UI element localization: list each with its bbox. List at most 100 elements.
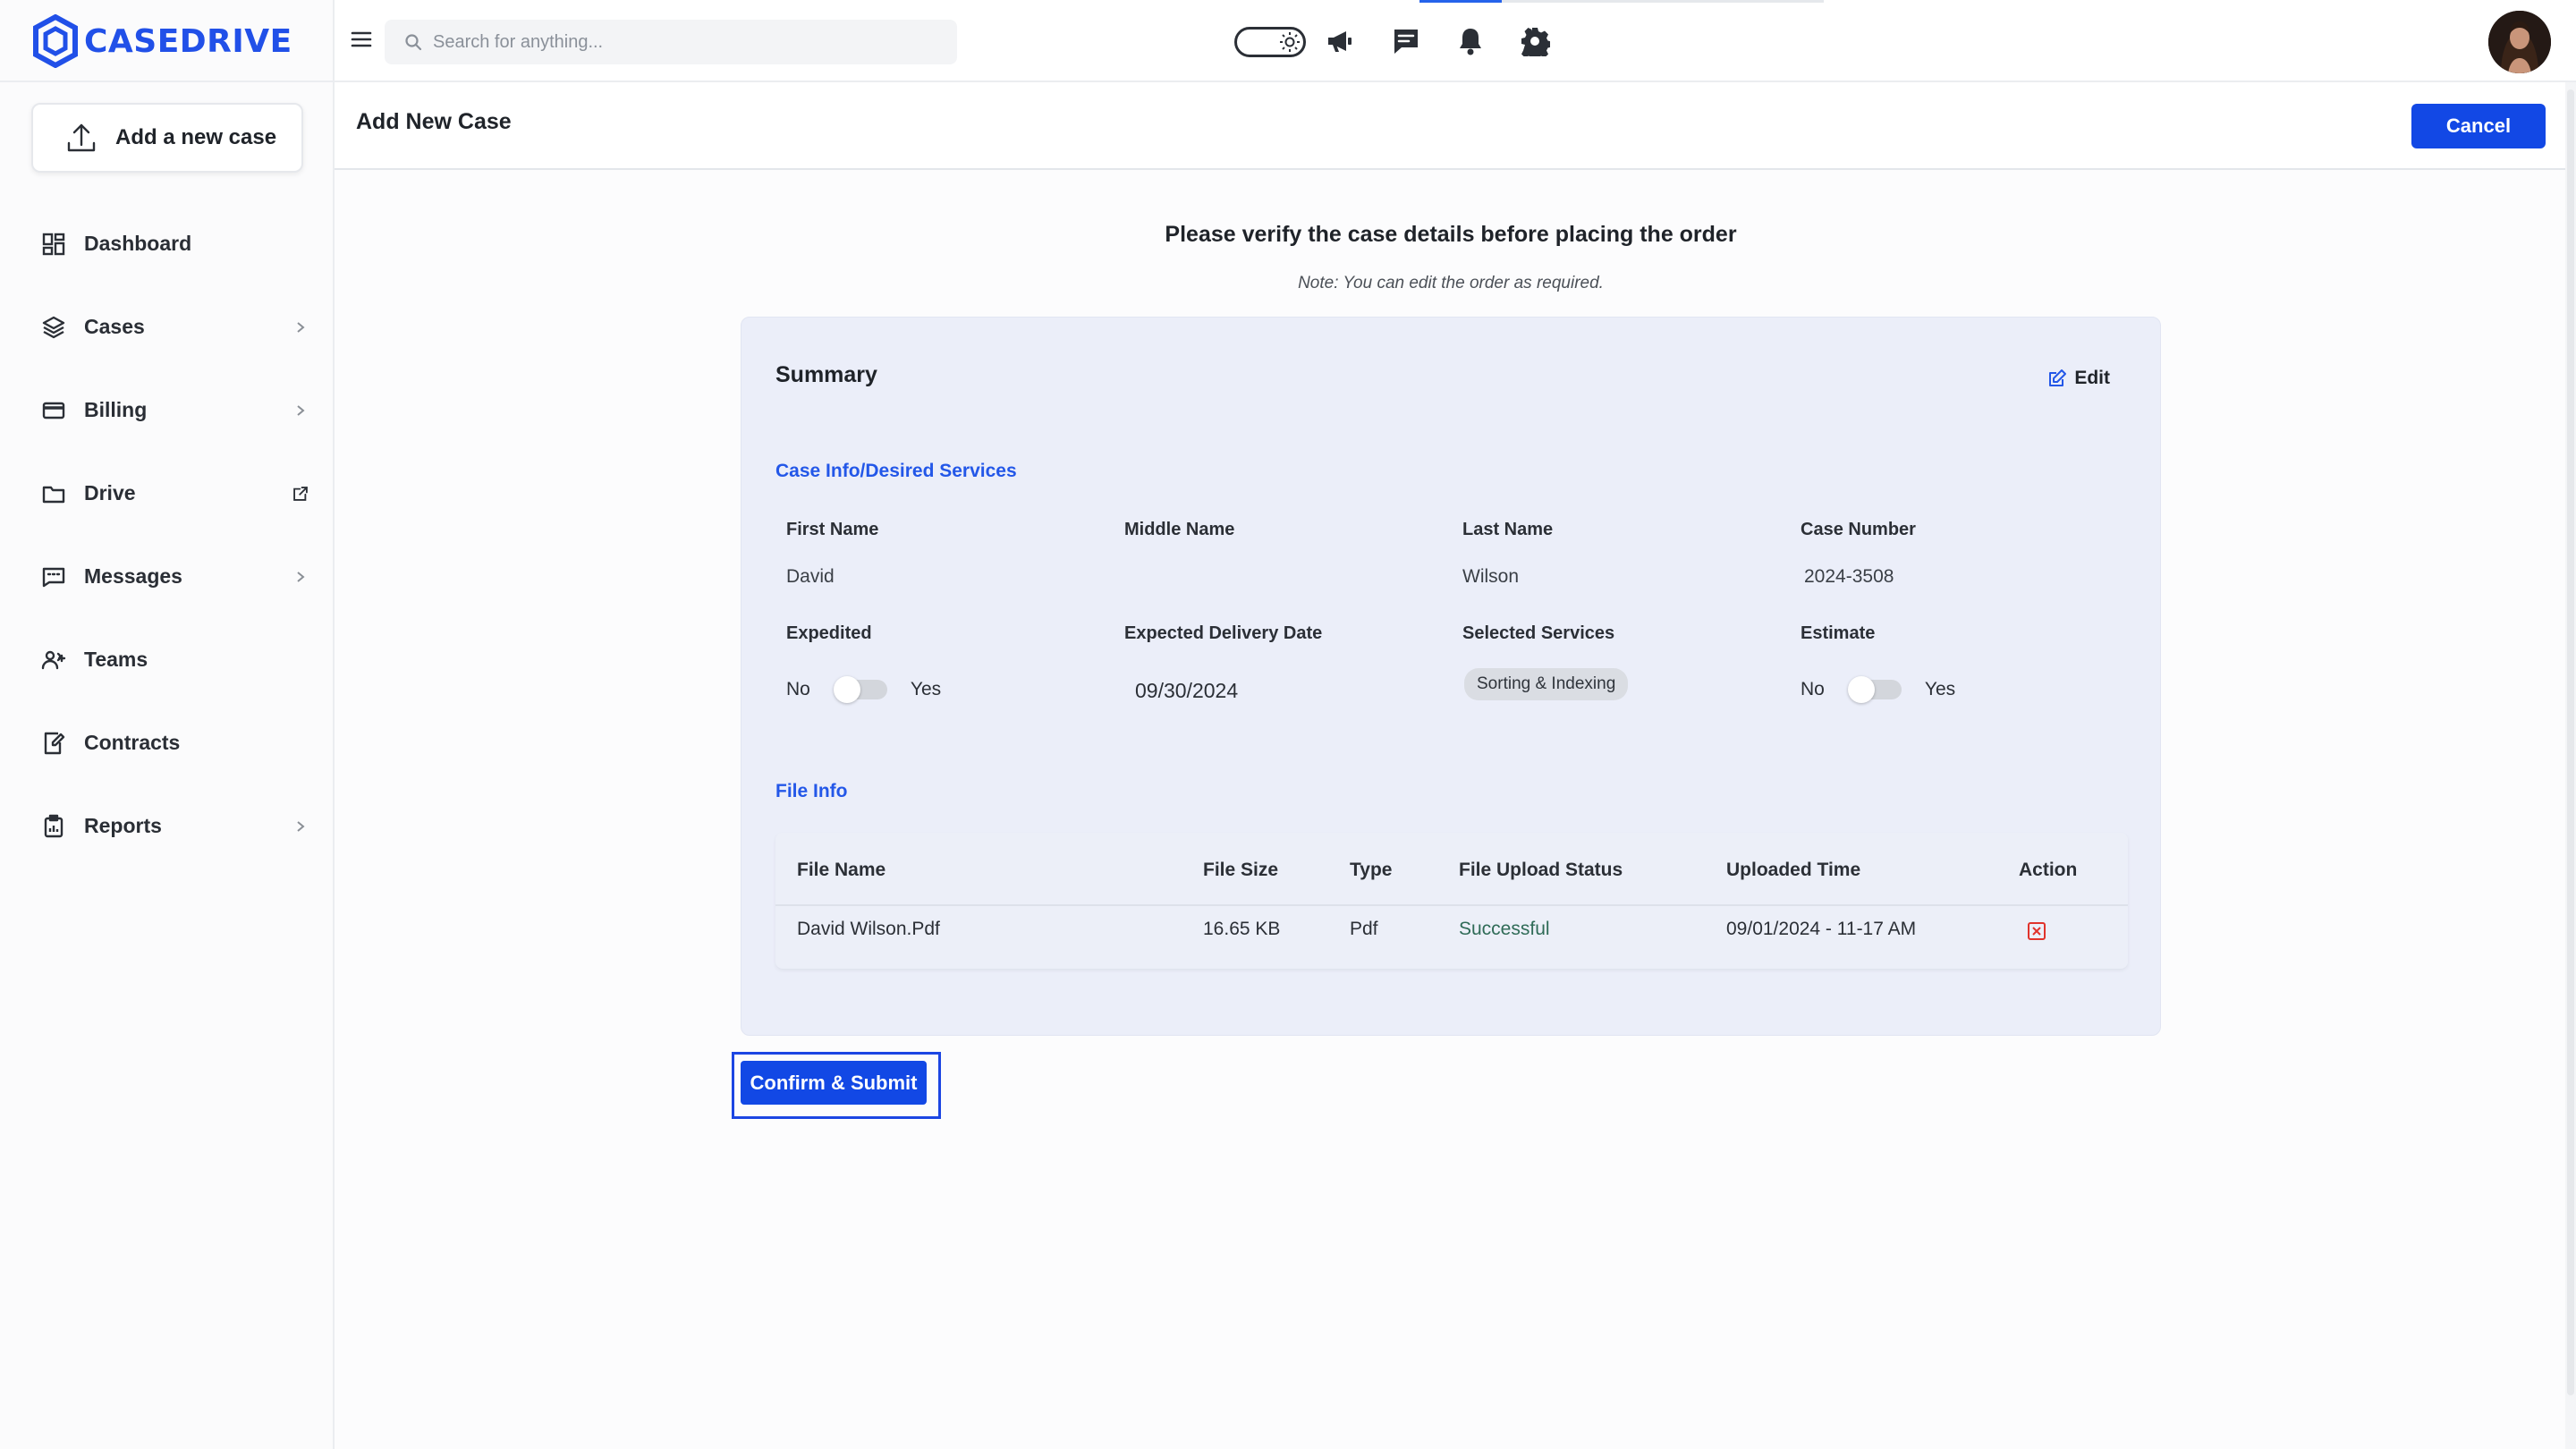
summary-title: Summary: [775, 362, 877, 387]
column-header-action: Action: [2019, 860, 2078, 880]
file-name-cell: David Wilson.Pdf: [797, 919, 940, 939]
last-name-value: Wilson: [1462, 566, 1520, 587]
casedrive-logo-icon: [33, 14, 78, 68]
expedited-switch[interactable]: [833, 676, 887, 703]
chevron-right-icon: [292, 568, 309, 586]
menu-toggle-button[interactable]: [349, 27, 377, 55]
theme-toggle[interactable]: [1234, 27, 1306, 57]
estimate-switch[interactable]: [1847, 676, 1902, 703]
announcements-button[interactable]: [1322, 23, 1358, 59]
chevron-right-icon: [292, 818, 309, 835]
dashboard-grid-icon: [39, 230, 68, 258]
estimate-label: Estimate: [1801, 623, 1876, 643]
sidebar-item-label: Billing: [84, 398, 148, 421]
app-root: CASEDRIVE Add a new case Dashboard Cases: [0, 0, 2576, 1449]
sidebar-item-label: Contracts: [84, 731, 181, 754]
brand-logo[interactable]: CASEDRIVE: [32, 13, 292, 70]
table-divider: [775, 904, 2128, 906]
switch-knob: [833, 676, 860, 703]
column-header-uploaded-time: Uploaded Time: [1726, 860, 1861, 880]
sidebar-item-messages[interactable]: Messages: [0, 535, 335, 618]
sidebar-item-label: Dashboard: [84, 232, 192, 255]
search-icon: [405, 34, 422, 51]
loading-indicator-active: [1419, 0, 1502, 3]
clipboard-icon: [39, 812, 68, 841]
column-header-type: Type: [1350, 860, 1393, 880]
upload-icon: [67, 123, 96, 152]
expedited-toggle-row: No Yes: [786, 676, 942, 703]
case-info-section-link[interactable]: Case Info/Desired Services: [775, 461, 1017, 482]
sidebar-item-teams[interactable]: Teams: [0, 618, 335, 701]
external-link-icon[interactable]: [292, 485, 309, 503]
file-size-cell: 16.65 KB: [1203, 919, 1281, 939]
chevron-right-icon: [292, 318, 309, 336]
selected-services-label: Selected Services: [1462, 623, 1615, 643]
column-header-file-size: File Size: [1203, 860, 1279, 880]
brand-name: CASEDRIVE: [84, 22, 292, 60]
delete-file-button[interactable]: [2026, 920, 2047, 942]
settings-button[interactable]: [1517, 23, 1553, 59]
edit-icon: [2049, 369, 2067, 386]
chat-button[interactable]: [1388, 23, 1424, 59]
sidebar-item-dashboard[interactable]: Dashboard: [0, 202, 335, 285]
contract-edit-icon: [39, 729, 68, 758]
first-name-label: First Name: [786, 520, 879, 539]
last-name-label: Last Name: [1462, 520, 1554, 539]
sidebar-item-label: Teams: [84, 648, 148, 671]
case-number-value: 2024-3508: [1804, 566, 1894, 587]
uploaded-time-cell: 09/01/2024 - 11-17 AM: [1726, 919, 1917, 939]
edit-label: Edit: [2074, 368, 2110, 388]
search-input[interactable]: [433, 31, 934, 53]
expedited-yes-label: Yes: [910, 679, 942, 699]
sun-icon: [1280, 32, 1300, 52]
summary-card: Summary Edit Case Info/Desired Services …: [741, 317, 2161, 1036]
sidebar-item-label: Drive: [84, 481, 136, 504]
top-bar: [335, 0, 2576, 82]
file-table: File Name File Size Type File Upload Sta…: [775, 833, 2128, 969]
edit-button[interactable]: Edit: [2047, 368, 2110, 389]
estimate-yes-label: Yes: [1924, 679, 1956, 699]
chat-icon: [1394, 30, 1418, 54]
cancel-button[interactable]: Cancel: [2411, 104, 2546, 148]
sidebar-item-label: Messages: [84, 564, 182, 588]
sidebar-item-label: Reports: [84, 814, 162, 837]
estimate-toggle-row: No Yes: [1801, 676, 1956, 703]
edit-note: Note: You can edit the order as required…: [1298, 274, 1604, 292]
credit-card-icon: [39, 396, 68, 425]
page-header: Add New Case Cancel: [335, 82, 2576, 170]
add-new-case-button[interactable]: Add a new case: [31, 103, 303, 173]
service-chip: Sorting & Indexing: [1464, 668, 1629, 700]
column-header-upload-status: File Upload Status: [1459, 860, 1623, 880]
scrollbar-thumb[interactable]: [2567, 89, 2574, 1395]
menu-icon: [351, 31, 372, 47]
add-new-case-label: Add a new case: [115, 125, 277, 149]
confirm-focus-ring: Confirm & Submit: [732, 1052, 941, 1119]
layers-icon: [39, 313, 68, 342]
sidebar-item-reports[interactable]: Reports: [0, 784, 335, 868]
sidebar-item-drive[interactable]: Drive: [0, 452, 335, 535]
file-info-section-link[interactable]: File Info: [775, 781, 848, 802]
sidebar-item-billing[interactable]: Billing: [0, 369, 335, 452]
confirm-submit-button[interactable]: Confirm & Submit: [741, 1061, 927, 1105]
expedited-label: Expedited: [786, 623, 872, 643]
delete-x-icon: [2028, 922, 2046, 940]
sidebar-divider: [0, 80, 335, 82]
verify-headline: Please verify the case details before pl…: [1165, 222, 1737, 247]
user-avatar[interactable]: [2488, 11, 2551, 73]
sidebar-nav: Dashboard Cases Billing Drive Messages T…: [0, 202, 335, 868]
bell-icon: [1460, 29, 1481, 55]
sidebar: CASEDRIVE Add a new case Dashboard Cases: [0, 0, 335, 1449]
upload-status-cell: Successful: [1459, 919, 1550, 939]
sidebar-item-cases[interactable]: Cases: [0, 285, 335, 369]
estimate-no-label: No: [1801, 679, 1825, 699]
file-type-cell: Pdf: [1350, 919, 1378, 939]
expedited-no-label: No: [786, 679, 810, 699]
megaphone-icon: [1328, 31, 1352, 52]
message-icon: [39, 563, 68, 591]
sidebar-item-contracts[interactable]: Contracts: [0, 701, 335, 784]
switch-knob: [1847, 676, 1875, 703]
middle-name-label: Middle Name: [1124, 520, 1235, 539]
avatar-image: [2488, 11, 2551, 73]
search-bar[interactable]: [385, 20, 957, 64]
notifications-button[interactable]: [1453, 23, 1488, 59]
